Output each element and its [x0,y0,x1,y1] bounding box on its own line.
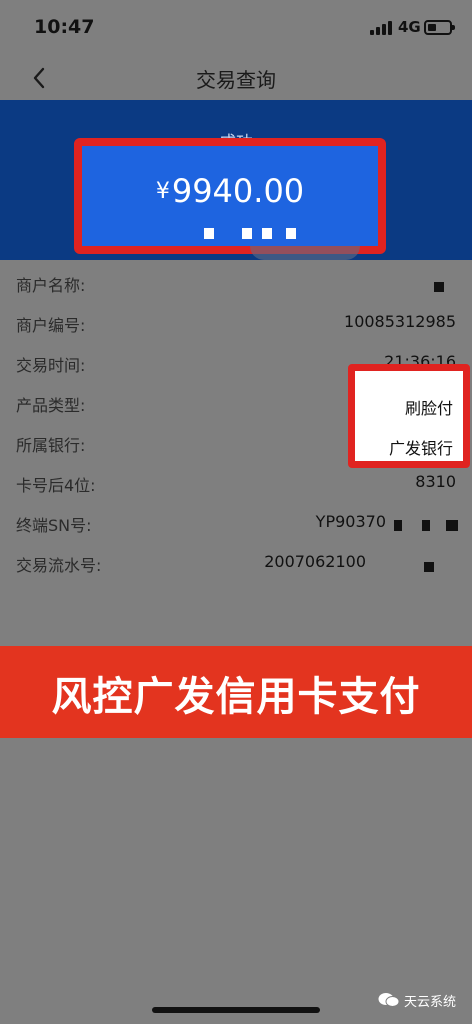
home-indicator[interactable] [152,1007,320,1013]
promo-banner: 风控广发信用卡支付 [0,646,472,738]
row-value: YP90370 [315,512,386,531]
status-bar: 10:47 4G [0,0,472,56]
wechat-icon [378,992,400,1008]
row-label: 交易流水号: [16,556,102,575]
row-merchant-id: 商户编号: 10085312985 [0,306,472,342]
row-label: 卡号后4位: [16,476,96,495]
banner-shadow [250,246,360,260]
row-terminal-sn: 终端SN号: YP90370 [0,506,472,542]
redaction-square [422,520,430,531]
row-label: 终端SN号: [16,516,92,535]
redaction-square [394,520,402,531]
battery-icon [424,20,455,35]
signal-icon [370,21,394,35]
network-label: 4G [398,18,421,36]
row-serial-number: 交易流水号: 2007062100 [0,546,472,582]
promo-text: 风控广发信用卡支付 [51,674,421,720]
row-card-last4: 卡号后4位: 8310 [0,466,472,502]
page-title: 交易查询 [196,68,276,92]
row-label: 商户名称: [16,276,86,295]
row-label: 所属银行: [16,436,86,455]
row-value: 2007062100 [264,552,366,571]
redaction-square [424,562,434,572]
watermark-text: 天云系统 [404,995,457,1010]
row-label: 产品类型: [16,396,86,415]
nav-bar: 交易查询 [0,56,472,100]
row-merchant-name: 商户名称: [0,266,472,302]
currency-symbol: ¥ [155,179,170,204]
product-bank-highlight: 刷脸付 广发银行 [348,364,470,468]
redaction-square [446,520,458,531]
amount-highlight-frame: ¥9940.00 [74,138,386,254]
status-time: 10:47 [34,16,95,38]
redaction-square [434,282,444,292]
row-label: 交易时间: [16,356,86,375]
bank-value: 广发银行 [388,439,453,458]
row-value: 8310 [415,472,456,491]
product-type-value: 刷脸付 [404,399,453,418]
transaction-banner: 成功 ¥9940.00 [0,100,472,260]
amount-value: 9940.00 [171,172,305,210]
transaction-amount: ¥9940.00 [82,172,378,210]
row-label: 商户编号: [16,316,86,335]
row-value: 10085312985 [344,312,456,331]
